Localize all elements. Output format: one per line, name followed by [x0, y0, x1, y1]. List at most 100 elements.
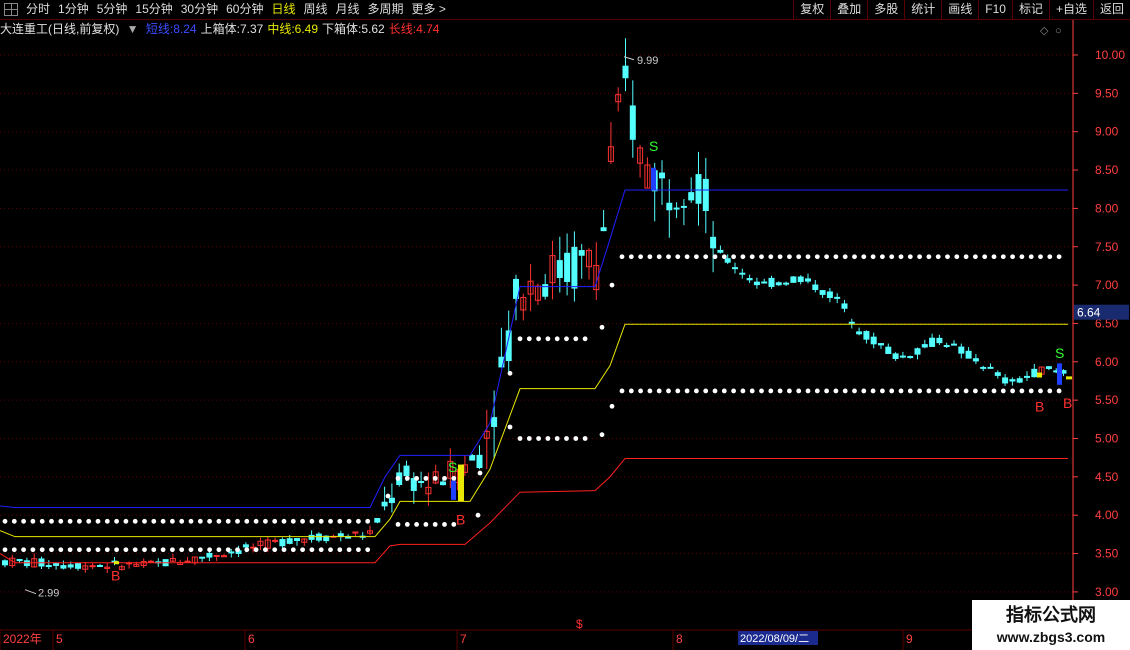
candle-body: [228, 551, 235, 554]
upper-box-dot: [917, 254, 922, 260]
candle-body: [578, 250, 585, 256]
lower-box-dot: [554, 436, 560, 441]
candle-body: [1002, 377, 1009, 384]
candle-body: [710, 236, 717, 249]
lower-box-dot: [253, 547, 259, 553]
upper-box-dot: [1010, 254, 1015, 260]
upper-box-dot: [114, 518, 119, 524]
candle-body: [848, 321, 855, 324]
date-label: 6: [248, 632, 255, 646]
upper-box-dot: [395, 475, 401, 481]
lower-box-dot: [759, 388, 764, 394]
price-tick-label: 8.00: [1095, 201, 1119, 215]
watermark-url: www.zbgs3.com: [996, 629, 1106, 645]
candle-body: [381, 501, 388, 507]
upper-box-dot: [328, 518, 333, 524]
lower-box-dot: [684, 388, 690, 394]
candle-body: [870, 336, 877, 345]
upper-box-dot: [160, 518, 166, 524]
kline-chart[interactable]: 10.009.509.008.508.007.507.006.506.005.5…: [0, 0, 1130, 650]
date-label: 8: [676, 632, 683, 646]
lower-box-dot: [225, 547, 231, 553]
lower-box-dot: [638, 388, 643, 394]
lower-box-dot: [337, 547, 343, 553]
candle-body: [148, 560, 154, 563]
upper-box-dot: [281, 518, 287, 524]
lower-box-dot: [21, 547, 26, 553]
lower-box-dot: [188, 547, 194, 553]
candle-body: [921, 344, 928, 348]
lower-box-dot: [77, 547, 82, 553]
lower-box-dot: [132, 547, 138, 553]
upper-box-dot: [684, 254, 690, 260]
upper-box-dot: [517, 336, 523, 342]
lower-box-dot: [1038, 388, 1043, 394]
upper-box-dot: [30, 518, 36, 524]
upper-box-dot: [404, 475, 410, 481]
lower-box-dot: [963, 388, 969, 394]
buy-signal: B: [456, 511, 465, 527]
candle-body: [834, 296, 841, 299]
candle-body: [286, 538, 293, 544]
candle-body: [878, 343, 884, 346]
transition-dot: [385, 493, 391, 499]
upper-box-dot: [945, 254, 950, 260]
price-tick-label: 5.00: [1095, 432, 1119, 446]
signal-block: [651, 167, 656, 190]
upper-box-dot: [926, 254, 932, 260]
candle-body: [768, 277, 775, 287]
candle-body: [337, 533, 344, 537]
candle-body: [885, 346, 892, 354]
lower-box-dot: [564, 436, 569, 441]
lower-box-dot: [796, 388, 802, 394]
upper-box-dot: [694, 254, 699, 260]
candle-body: [491, 417, 498, 427]
candle-body: [936, 337, 943, 344]
upper-box-dot: [740, 254, 746, 260]
upper-box-dot: [451, 475, 457, 481]
candle-body: [60, 565, 67, 569]
lower-box-dot: [414, 522, 419, 527]
signal-block: [1066, 376, 1072, 380]
candle-body: [96, 565, 103, 568]
lower-box-dot: [1019, 388, 1025, 394]
lower-box-dot: [11, 547, 17, 553]
upper-box-dot: [805, 254, 811, 260]
lower-box-dot: [880, 388, 885, 394]
crosshair-date-label: 2022/08/09/二: [740, 633, 809, 645]
current-price-label: 6.64: [1077, 306, 1101, 320]
lower-box-dot: [395, 522, 401, 527]
candle-body: [556, 260, 563, 278]
lower-box-dot: [647, 388, 653, 394]
upper-box-dot: [703, 254, 709, 260]
upper-box-dot: [207, 518, 213, 524]
upper-box-dot: [731, 254, 736, 260]
low-pointer: [24, 589, 37, 595]
lower-box-dot: [945, 388, 950, 394]
upper-box-dot: [225, 518, 231, 524]
candle-body: [469, 455, 476, 461]
upper-box-dot: [123, 518, 129, 524]
upper-box-dot: [796, 254, 802, 260]
upper-box-dot: [935, 254, 941, 260]
lower-box-dot: [328, 547, 333, 553]
candle-body: [75, 563, 81, 569]
candle-body: [892, 353, 899, 360]
candle-body: [943, 345, 950, 348]
lower-box-dot: [272, 547, 278, 553]
upper-box-dot: [833, 254, 839, 260]
transition-dot: [609, 282, 615, 288]
candle-body: [717, 249, 724, 253]
candle-body: [308, 534, 315, 540]
lower-box-dot: [777, 388, 783, 394]
upper-box-dot: [432, 475, 438, 481]
candle-body: [600, 227, 607, 232]
upper-box-dot: [898, 254, 904, 260]
candle-body: [666, 202, 673, 211]
candle-body: [1045, 366, 1052, 369]
lower-box-dot: [216, 547, 222, 553]
candle-body: [899, 355, 906, 358]
price-tick-label: 6.00: [1095, 355, 1119, 369]
candle-body: [695, 174, 702, 204]
candle-body: [476, 454, 483, 469]
